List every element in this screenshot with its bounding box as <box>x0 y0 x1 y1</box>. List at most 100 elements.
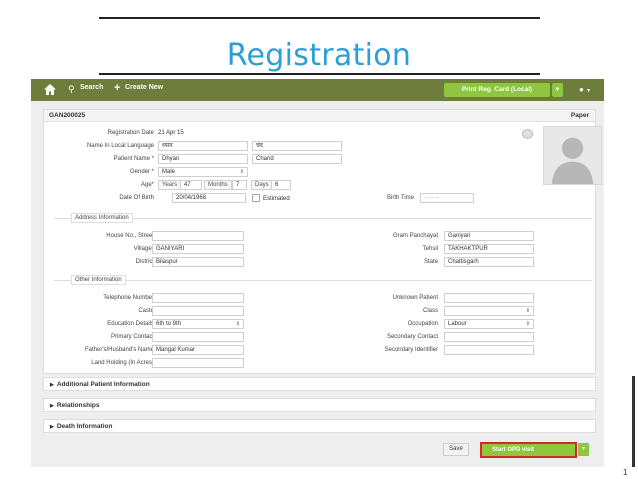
education-value: 6th to 9th <box>156 321 182 327</box>
registration-panel: GAN200025 Paper Registration Date 21 Apr… <box>43 109 602 374</box>
gender-value: Male <box>162 169 176 175</box>
estimated-checkbox[interactable] <box>252 194 260 202</box>
print-reg-card-button[interactable]: Print Reg. Card (Local) <box>444 83 550 97</box>
district-input[interactable]: Bilaspur <box>152 257 244 267</box>
telephone-input[interactable] <box>152 293 244 303</box>
other-divider <box>54 280 592 281</box>
village-label: Village* <box>133 246 154 252</box>
secondary-contact-input[interactable] <box>444 332 534 342</box>
bottom-rule <box>99 73 540 75</box>
dob-input[interactable]: 20/04/1968 <box>172 193 246 203</box>
death-info-toggle[interactable]: ▶ Death Information <box>43 419 596 433</box>
first-name-input[interactable]: Dhyan <box>158 154 248 164</box>
local-last-name-input[interactable]: चंद <box>252 141 342 151</box>
unknown-patient-label: Unknown Patient <box>392 295 438 301</box>
guardian-label: Father's/Husband's Name <box>85 347 154 353</box>
plus-icon[interactable]: + <box>114 82 120 94</box>
additional-info-toggle[interactable]: ▶ Additional Patient Information <box>43 377 596 391</box>
registration-date-value: 21 Apr 15 <box>158 130 184 136</box>
home-icon[interactable] <box>43 83 57 96</box>
tehsil-input[interactable]: TAKHAKTPUR <box>444 244 534 254</box>
dob-label: Date Of Birth <box>119 195 154 201</box>
age-years-input[interactable]: 47 <box>180 180 202 190</box>
select-arrows-icon: ⇕ <box>235 321 240 327</box>
guardian-input[interactable]: Mangal Kumar <box>152 345 244 355</box>
secondary-contact-label: Secondary Contact <box>386 334 438 340</box>
panel-header: GAN200025 Paper <box>44 110 595 122</box>
birth-time-input[interactable]: --:-- -- <box>420 193 474 203</box>
chevron-right-icon: ▶ <box>50 382 54 388</box>
age-label: Age* <box>140 182 154 188</box>
patient-name-label: Patient Name * <box>113 156 154 162</box>
chevron-down-icon[interactable]: ▼ <box>552 83 563 97</box>
land-holding-input[interactable] <box>152 358 244 368</box>
age-days-input[interactable]: 6 <box>271 180 291 190</box>
camera-icon[interactable] <box>522 129 533 139</box>
select-arrows-icon: ⇕ <box>525 308 530 314</box>
occupation-value: Labour <box>448 321 467 327</box>
page-number: 1 <box>623 468 628 477</box>
chevron-right-icon: ▶ <box>50 403 54 409</box>
additional-info-title: Additional Patient Information <box>56 381 150 388</box>
secondary-identifier-input[interactable] <box>444 345 534 355</box>
chevron-right-icon: ▶ <box>50 424 54 430</box>
class-select[interactable]: ⇕ <box>444 306 534 316</box>
relationships-title: Relationships <box>56 402 100 409</box>
days-unit: Days <box>251 180 273 190</box>
house-input[interactable] <box>152 231 244 241</box>
start-opd-visit-button[interactable]: Start OPD visit <box>480 442 577 458</box>
state-label: State <box>423 259 438 265</box>
app-window: ⚲ Search + Create New Print Reg. Card (L… <box>31 79 604 467</box>
gender-label: Gender * <box>129 169 154 175</box>
months-unit: Months <box>204 180 232 190</box>
village-input[interactable]: GANIYARI <box>152 244 244 254</box>
relationships-toggle[interactable]: ▶ Relationships <box>43 398 596 412</box>
user-menu-button[interactable]: ● ▼ <box>574 83 596 97</box>
search-icon[interactable]: ⚲ <box>68 84 75 94</box>
age-months-input[interactable]: 7 <box>232 180 247 190</box>
primary-contact-label: Primary Contact <box>110 334 154 340</box>
local-first-name-input[interactable]: ध्यान <box>158 141 248 151</box>
paper-label: Paper <box>570 112 589 119</box>
registration-id: GAN200025 <box>49 112 86 119</box>
chevron-down-icon: ▼ <box>586 88 592 94</box>
class-label: Class <box>422 308 438 314</box>
select-arrows-icon: ⇕ <box>239 169 244 175</box>
birth-time-label: Birth Time <box>386 195 414 201</box>
secondary-identifier-label: Secondary Identifier <box>384 347 438 353</box>
land-holding-label: Land Holding (In Acres) <box>91 360 154 366</box>
occupation-select[interactable]: Labour ⇕ <box>444 319 534 329</box>
create-new-link[interactable]: Create New <box>125 84 163 91</box>
education-label: Education Details <box>107 321 154 327</box>
primary-contact-input[interactable] <box>152 332 244 342</box>
last-name-input[interactable]: Chand <box>252 154 342 164</box>
registration-date-label: Registration Date <box>107 130 154 136</box>
house-label: House No., Street <box>106 233 154 239</box>
other-section-title: Other Information <box>71 275 126 285</box>
tehsil-label: Tehsil <box>422 246 438 252</box>
gender-select[interactable]: Male ⇕ <box>158 167 248 177</box>
years-unit: Years <box>158 180 182 190</box>
nav-bar: ⚲ Search + Create New Print Reg. Card (L… <box>31 79 604 101</box>
occupation-label: Occupation <box>407 321 438 327</box>
gram-panchayat-input[interactable]: Ganiyari <box>444 231 534 241</box>
user-icon: ● <box>578 85 584 94</box>
local-name-label: Name In Local Language <box>86 143 154 149</box>
state-input[interactable]: Chattisgarh <box>444 257 534 267</box>
slide-title: Registration <box>226 38 412 73</box>
address-section-title: Address Information <box>71 213 133 223</box>
district-label: District <box>135 259 154 265</box>
caste-input[interactable] <box>152 306 244 316</box>
estimated-label: Estimated <box>263 196 290 202</box>
top-rule <box>99 17 540 19</box>
chevron-down-icon[interactable]: ▼ <box>578 443 589 456</box>
address-divider <box>54 218 592 219</box>
search-link[interactable]: Search <box>80 84 103 91</box>
patient-photo[interactable] <box>543 126 602 185</box>
telephone-label: Telephone Number <box>103 295 154 301</box>
save-button[interactable]: Save <box>443 443 469 456</box>
gram-panchayat-label: Gram Panchayat <box>392 233 438 239</box>
education-select[interactable]: 6th to 9th ⇕ <box>152 319 244 329</box>
unknown-patient-input[interactable] <box>444 293 534 303</box>
scrollbar[interactable] <box>632 376 635 467</box>
